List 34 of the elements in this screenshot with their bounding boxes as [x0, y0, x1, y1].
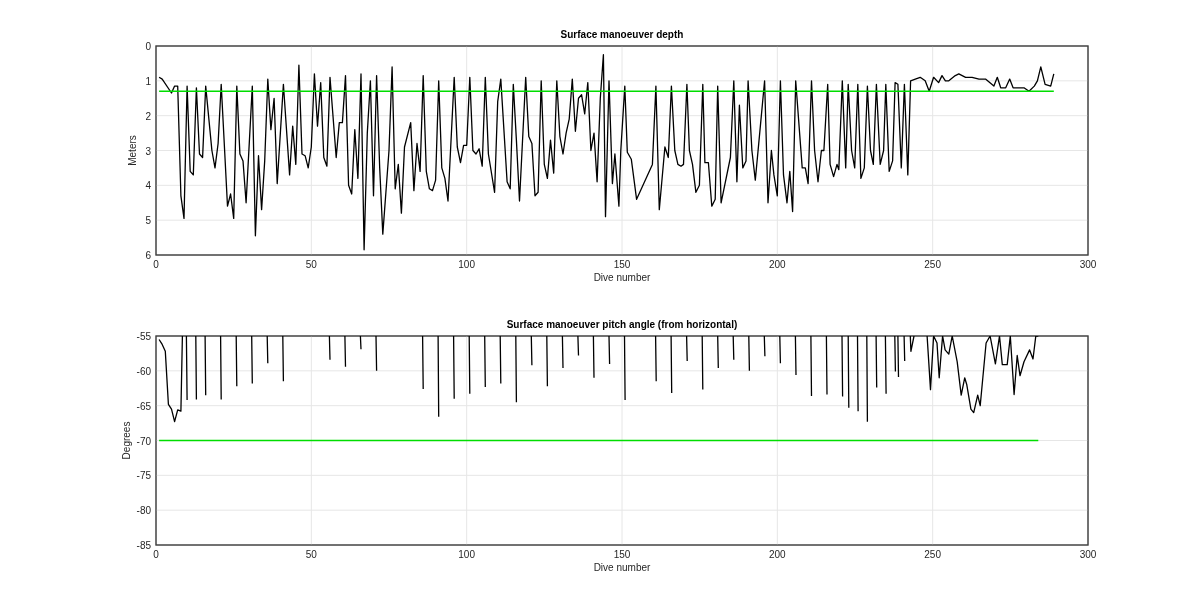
y-tick-label: 6: [145, 250, 151, 261]
chart-title: Surface manoeuver depth: [560, 29, 684, 40]
x-tick-label: 50: [305, 549, 317, 560]
x-tick-label: 50: [305, 259, 317, 270]
y-tick-label: 3: [145, 145, 151, 157]
x-tick-label: 0: [153, 549, 159, 560]
y-tick-label: -55: [136, 331, 151, 342]
x-tick-label: 250: [924, 259, 941, 270]
x-axis-label: Dive number: [593, 272, 651, 283]
x-tick-label: 150: [613, 549, 631, 560]
y-tick-label: -65: [136, 400, 151, 412]
x-tick-label: 200: [769, 259, 786, 270]
y-tick-label: -80: [136, 505, 151, 517]
x-tick-label: 300: [1079, 259, 1097, 270]
x-tick-label: 100: [458, 259, 475, 270]
y-tick-label: -70: [136, 435, 151, 447]
chart-title: Surface manoeuver pitch angle (from horizontal): [506, 319, 738, 330]
x-tick-label: 200: [769, 549, 786, 560]
y-axis-label: Meters: [127, 135, 138, 166]
x-axis-label: Dive number: [593, 562, 651, 573]
x-tick-label: 100: [458, 549, 475, 560]
y-tick-label: 4: [145, 180, 151, 192]
x-tick-label: 300: [1079, 549, 1097, 560]
y-tick-label: 5: [145, 215, 151, 227]
y-tick-label: 1: [145, 75, 151, 87]
y-tick-label: -85: [136, 540, 151, 551]
y-tick-label: 0: [145, 41, 151, 52]
x-tick-label: 0: [153, 259, 159, 270]
y-axis-label: Degrees: [121, 421, 132, 460]
x-tick-label: 150: [613, 259, 631, 270]
y-tick-label: -75: [136, 470, 151, 482]
y-tick-label: 2: [145, 110, 151, 122]
y-tick-label: -60: [136, 365, 151, 377]
x-tick-label: 250: [924, 549, 941, 560]
